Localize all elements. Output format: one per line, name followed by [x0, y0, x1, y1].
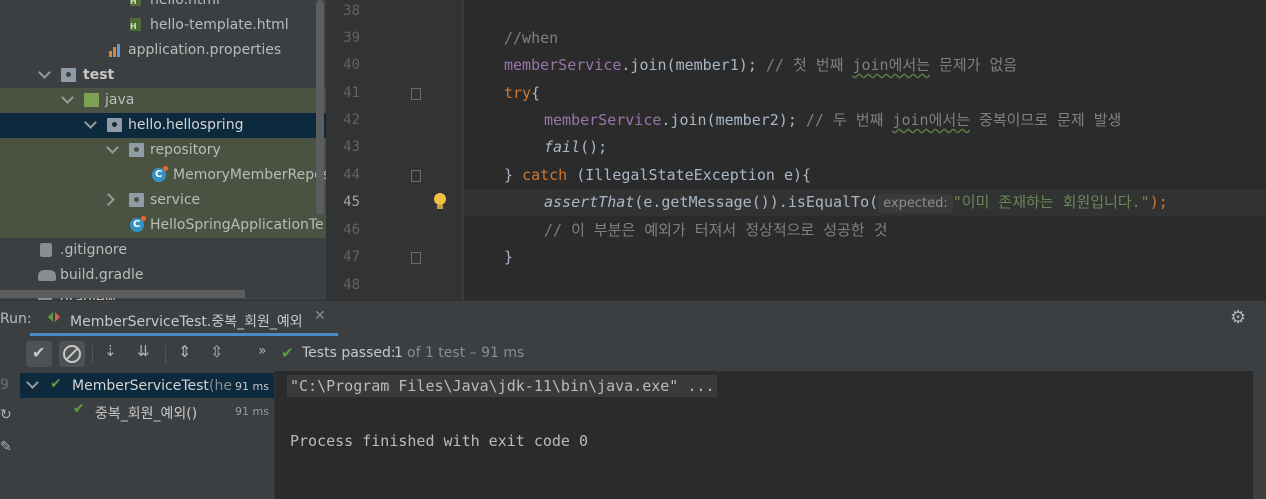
console-line-command: "C:\Program Files\Java\jdk-11\bin\java.e… — [287, 375, 718, 397]
package-icon — [129, 143, 144, 157]
code-line-39[interactable]: //when — [504, 25, 1266, 52]
chevron-down-icon[interactable] — [84, 116, 97, 129]
expand-all-icon[interactable]: ⇕ — [178, 342, 191, 361]
test-duration: 91 ms — [235, 380, 269, 393]
fold-marker-icon[interactable] — [411, 252, 421, 264]
test-duration: 91 ms — [235, 405, 269, 418]
stop-icon — [63, 345, 81, 363]
chevron-down-icon[interactable] — [38, 66, 51, 79]
package-icon — [129, 193, 144, 207]
tree-item-java[interactable]: java — [0, 88, 326, 113]
tree-item-hello-hellospring[interactable]: hello.hellospring — [0, 113, 326, 138]
editor-gutter: 38 39 40 41 42 43 44 45 46 47 48 — [326, 0, 462, 300]
tree-horizontal-scrollbar[interactable] — [0, 290, 245, 298]
class-icon: C — [130, 216, 146, 232]
tree-item-hello-spring-application-tests[interactable]: C HelloSpringApplicationTe — [0, 213, 326, 238]
show-ignored-button[interactable] — [59, 341, 85, 367]
code-editor[interactable]: 38 39 40 41 42 43 44 45 46 47 48 //when … — [326, 0, 1266, 300]
sort-by-duration-icon[interactable]: ⇊ — [137, 342, 150, 360]
tree-item-repository[interactable]: repository — [0, 138, 326, 163]
html-file-icon: H — [130, 18, 141, 31]
more-actions-icon[interactable]: » — [258, 343, 267, 359]
code-line-44[interactable]: } catch (IllegalStateException e){ — [504, 162, 1266, 189]
passed-count: 1 — [394, 345, 403, 361]
run-label: Run: — [0, 311, 32, 327]
tree-item-build-gradle[interactable]: build.gradle — [0, 263, 326, 288]
code-line-40[interactable]: memberService.join(member1); // 첫 번째 joi… — [504, 52, 1266, 79]
chevron-down-icon[interactable] — [61, 91, 74, 104]
line-number: 40 — [343, 57, 360, 73]
tree-item-gitignore[interactable]: .gitignore — [0, 238, 326, 263]
folder-icon — [61, 68, 76, 82]
lightbulb-icon[interactable] — [434, 193, 446, 209]
tests-summary: of 1 test – 91 ms — [407, 345, 525, 361]
run-toolbar: ✔ ⇣ ⇊ ⇕ ⇳ » ✔ Tests passed: 1 of 1 test … — [0, 337, 1266, 371]
fold-marker-icon[interactable] — [411, 88, 421, 100]
line-number: 46 — [343, 222, 360, 238]
active-tab-indicator — [30, 333, 338, 336]
close-icon[interactable]: ✕ — [314, 308, 326, 324]
tree-item-application-properties[interactable]: application.properties — [0, 38, 326, 63]
check-icon: ✔ — [281, 344, 294, 362]
sort-alphabetically-icon[interactable]: ⇣ — [104, 342, 117, 360]
tree-vertical-scrollbar[interactable] — [316, 0, 324, 215]
console-line-exit: Process finished with exit code 0 — [290, 432, 589, 450]
show-passed-button[interactable]: ✔ — [26, 341, 52, 367]
line-number: 45 — [343, 194, 360, 210]
test-row-duplicate-member[interactable]: ✔ 중복_회원_예외() 91 ms — [20, 398, 274, 423]
line-number: 47 — [343, 249, 360, 265]
package-icon — [107, 118, 122, 132]
line-number: 38 — [343, 3, 360, 19]
check-icon: ✔ — [73, 401, 85, 417]
code-line-41[interactable]: try{ — [504, 80, 1266, 107]
test-row-member-service-test[interactable]: ✔ MemberServiceTest (he 91 ms — [20, 373, 274, 398]
test-run-icon — [48, 312, 53, 322]
line-number: 43 — [343, 139, 360, 155]
export-icon[interactable]: ↻ — [0, 407, 12, 423]
line-number: 44 — [343, 167, 360, 183]
run-tab-title[interactable]: MemberServiceTest.중복_회원_예외 — [70, 311, 303, 331]
gitignore-icon — [40, 243, 52, 257]
tree-item-hello-html[interactable]: H hello.html — [0, 0, 326, 13]
code-line-43[interactable]: fail(); — [544, 134, 1266, 161]
class-icon: C — [152, 166, 168, 182]
folder-icon — [84, 93, 99, 107]
collapse-all-icon[interactable]: ⇳ — [210, 342, 223, 361]
wrench-icon[interactable]: ✎ — [0, 439, 12, 455]
fold-marker-icon[interactable] — [411, 170, 421, 182]
code-line-46[interactable]: // 이 부분은 예외가 터져서 정상적으로 성공한 것 — [544, 217, 1266, 244]
gradle-icon — [38, 270, 56, 281]
run-tab-bar: Run: MemberServiceTest.중복_회원_예외 ✕ ⚙ — [0, 300, 1266, 337]
tree-item-test[interactable]: test — [0, 63, 326, 88]
line-number: 42 — [343, 112, 360, 128]
console-scrollbar[interactable] — [1253, 371, 1266, 499]
chevron-down-icon[interactable] — [106, 141, 119, 154]
console-output[interactable]: "C:\Program Files\Java\jdk-11\bin\java.e… — [275, 371, 1253, 499]
run-left-toolbar: 9 ↻ ✎ — [0, 337, 20, 499]
line-number: 48 — [343, 277, 360, 293]
tests-passed-label: Tests passed: — [302, 345, 396, 361]
chevron-down-icon[interactable] — [26, 376, 39, 389]
check-icon: ✔ — [50, 376, 62, 392]
properties-file-icon — [108, 43, 123, 57]
tree-item-memory-member-repository-test[interactable]: C MemoryMemberRepos — [0, 163, 326, 188]
chevron-right-icon[interactable] — [102, 193, 115, 206]
code-line-47[interactable]: } — [504, 244, 1266, 271]
check-icon: ✔ — [32, 343, 46, 362]
line-number: 41 — [343, 85, 360, 101]
gear-icon[interactable]: ⚙ — [1230, 307, 1246, 328]
line-number: 39 — [343, 30, 360, 46]
code-line-42[interactable]: memberService.join(member2); // 두 번째 joi… — [544, 107, 1266, 134]
tree-item-hello-template[interactable]: H hello-template.html — [0, 13, 326, 38]
code-line-45[interactable]: assertThat(e.getMessage()).isEqualTo(exp… — [544, 189, 1264, 216]
parameter-hint: expected: — [878, 194, 953, 213]
project-tree: H hello.html H hello-template.html appli… — [0, 0, 326, 300]
history-icon[interactable]: 9 — [0, 377, 9, 393]
tree-item-service[interactable]: service — [0, 188, 326, 213]
html-file-icon: H — [130, 0, 141, 6]
